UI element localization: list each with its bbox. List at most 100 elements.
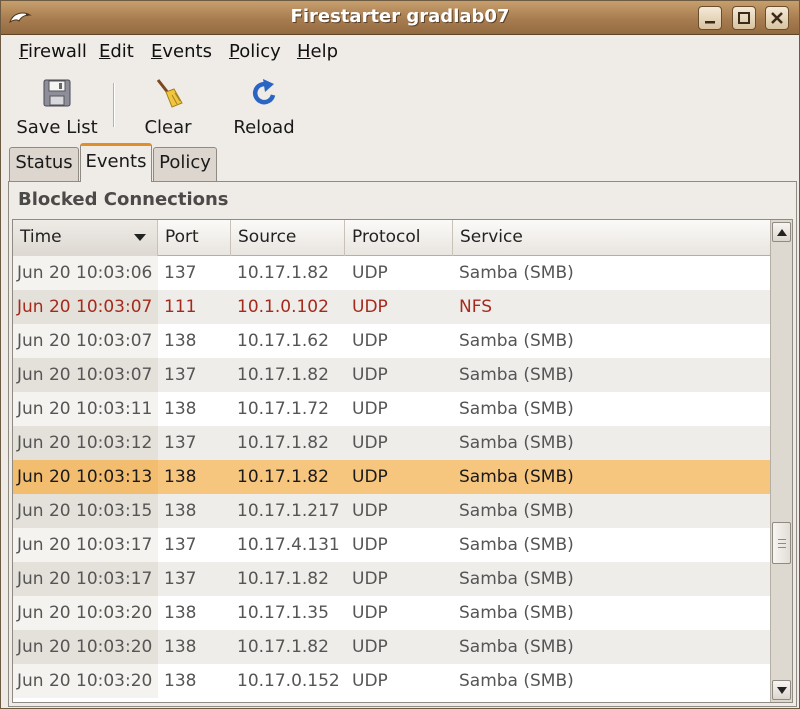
clear-label: Clear	[144, 117, 192, 138]
cell-port: 137	[164, 365, 197, 385]
cell-source: 10.17.1.82	[237, 467, 329, 487]
cell-protocol: UDP	[352, 569, 388, 589]
cell-protocol: UDP	[352, 467, 388, 487]
table-row[interactable]: Jun 20 10:03:17 137 10.17.4.131 UDP Samba (S…	[13, 528, 770, 562]
tab-events[interactable]: Events	[80, 143, 152, 182]
table-row[interactable]: Jun 20 10:03:07 137 10.17.1.82 UDP Samba (SM…	[13, 358, 770, 392]
cell-service: Samba (SMB)	[459, 535, 574, 555]
close-button[interactable]	[765, 6, 789, 30]
table-row[interactable]: Jun 20 10:03:20 138 10.17.1.35 UDP Samba (SM…	[13, 596, 770, 630]
cell-protocol: UDP	[352, 297, 388, 317]
events-panel: Blocked Connections Time Port Source Pro…	[8, 181, 797, 707]
close-icon	[771, 12, 783, 24]
reload-label: Reload	[233, 117, 295, 138]
scroll-thumb[interactable]	[772, 522, 791, 564]
cell-port: 111	[164, 297, 197, 317]
tab-status[interactable]: Status	[9, 147, 79, 181]
cell-service: Samba (SMB)	[459, 433, 574, 453]
maximize-button[interactable]	[732, 6, 756, 30]
save-list-button[interactable]: Save List	[11, 73, 103, 138]
cell-service: Samba (SMB)	[459, 671, 574, 691]
cell-protocol: UDP	[352, 637, 388, 657]
cell-time: Jun 20 10:03:17	[13, 562, 158, 596]
cell-time: Jun 20 10:03:20	[13, 664, 158, 698]
column-header-service[interactable]: Service	[453, 220, 770, 256]
cell-protocol: UDP	[352, 365, 388, 385]
menu-policy[interactable]: Policy	[229, 41, 281, 62]
menu-firewall[interactable]: Firewall	[19, 41, 87, 62]
toolbar-separator	[113, 83, 115, 127]
toolbar: Save List Clear Reload	[1, 67, 799, 143]
scroll-down-button[interactable]	[772, 680, 791, 700]
cell-port: 138	[164, 603, 197, 623]
table-row[interactable]: Jun 20 10:03:20 138 10.17.0.152 UDP Samba (S…	[13, 664, 770, 698]
cell-time: Jun 20 10:03:07	[13, 324, 158, 358]
clear-button[interactable]: Clear	[133, 73, 203, 138]
maximize-icon	[738, 12, 750, 24]
table-row[interactable]: Jun 20 10:03:07 138 10.17.1.62 UDP Samba (SM…	[13, 324, 770, 358]
cell-time: Jun 20 10:03:12	[13, 426, 158, 460]
cell-source: 10.17.1.82	[237, 637, 329, 657]
scroll-up-button[interactable]	[772, 222, 791, 242]
menu-events[interactable]: Events	[151, 41, 212, 62]
cell-time: Jun 20 10:03:20	[13, 630, 158, 664]
cell-source: 10.17.1.35	[237, 603, 329, 623]
cell-source: 10.17.4.131	[237, 535, 340, 555]
table-row[interactable]: Jun 20 10:03:06 137 10.17.1.82 UDP Samba (SM…	[13, 256, 770, 290]
table-row[interactable]: Jun 20 10:03:13 138 10.17.1.82 UDP Samba (SM…	[13, 460, 770, 494]
cell-port: 138	[164, 467, 197, 487]
table-row[interactable]: Jun 20 10:03:20 138 10.17.1.82 UDP Samba (SM…	[13, 630, 770, 664]
save-list-label: Save List	[16, 117, 98, 138]
cell-source: 10.17.1.82	[237, 263, 329, 283]
cell-service: NFS	[459, 297, 492, 317]
cell-time: Jun 20 10:03:07	[13, 358, 158, 392]
minimize-button[interactable]	[698, 6, 722, 30]
cell-service: Samba (SMB)	[459, 467, 574, 487]
cell-service: Samba (SMB)	[459, 637, 574, 657]
cell-time: Jun 20 10:03:13	[13, 460, 158, 494]
cell-service: Samba (SMB)	[459, 331, 574, 351]
cell-protocol: UDP	[352, 331, 388, 351]
menu-help[interactable]: Help	[297, 41, 338, 62]
cell-service: Samba (SMB)	[459, 263, 574, 283]
tab-policy[interactable]: Policy	[153, 147, 217, 181]
cell-protocol: UDP	[352, 535, 388, 555]
table-row[interactable]: Jun 20 10:03:11 138 10.17.1.72 UDP Samba (SM…	[13, 392, 770, 426]
cell-service: Samba (SMB)	[459, 569, 574, 589]
cell-service: Samba (SMB)	[459, 501, 574, 521]
arrow-up-icon	[777, 229, 787, 236]
table-header: Time Port Source Protocol Service	[13, 220, 770, 256]
column-header-protocol[interactable]: Protocol	[345, 220, 453, 256]
reload-button[interactable]: Reload	[227, 73, 301, 138]
cell-protocol: UDP	[352, 671, 388, 691]
cell-protocol: UDP	[352, 501, 388, 521]
cell-service: Samba (SMB)	[459, 365, 574, 385]
table-row[interactable]: Jun 20 10:03:15 138 10.17.1.217 UDP Samba (S…	[13, 494, 770, 528]
cell-time: Jun 20 10:03:06	[13, 256, 158, 290]
cell-port: 138	[164, 399, 197, 419]
table-row[interactable]: Jun 20 10:03:07 111 10.1.0.102 UDP NFS	[13, 290, 770, 324]
title-bar[interactable]: Firestarter gradlab07	[1, 1, 799, 35]
column-header-port[interactable]: Port	[158, 220, 231, 256]
vertical-scrollbar[interactable]	[770, 220, 792, 702]
menu-edit[interactable]: Edit	[99, 41, 134, 62]
column-header-source[interactable]: Source	[231, 220, 345, 256]
cell-time: Jun 20 10:03:15	[13, 494, 158, 528]
column-header-time[interactable]: Time	[13, 220, 158, 256]
cell-port: 138	[164, 501, 197, 521]
sort-descending-icon	[134, 234, 146, 241]
table-row[interactable]: Jun 20 10:03:17 137 10.17.1.82 UDP Samba (SM…	[13, 562, 770, 596]
floppy-disk-icon	[43, 79, 71, 107]
cell-port: 137	[164, 535, 197, 555]
cell-port: 138	[164, 637, 197, 657]
cell-port: 137	[164, 263, 197, 283]
cell-port: 138	[164, 331, 197, 351]
cell-source: 10.17.1.217	[237, 501, 340, 521]
arrow-down-icon	[777, 687, 787, 694]
reload-arrow-icon	[252, 79, 276, 105]
cell-port: 138	[164, 671, 197, 691]
cell-service: Samba (SMB)	[459, 603, 574, 623]
table-row[interactable]: Jun 20 10:03:12 137 10.17.1.82 UDP Samba (SM…	[13, 426, 770, 460]
window-title: Firestarter gradlab07	[290, 6, 510, 27]
firestarter-window: Firestarter gradlab07 Firewall Edit Even…	[0, 0, 800, 709]
